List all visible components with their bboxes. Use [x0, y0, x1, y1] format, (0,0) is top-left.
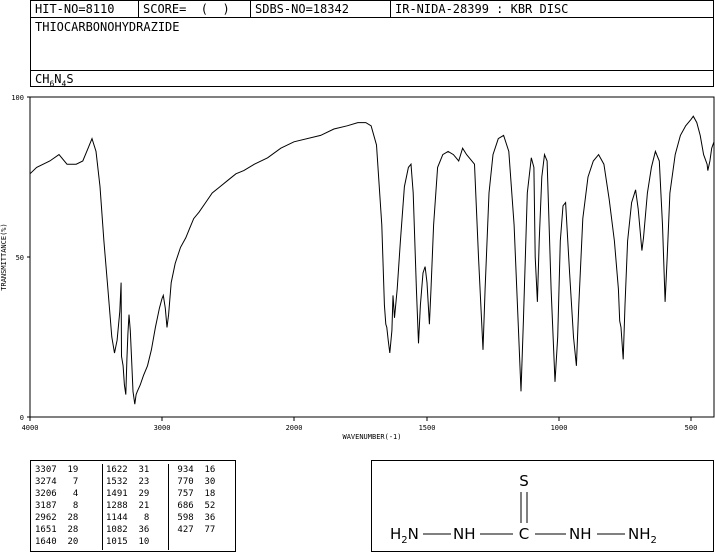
peak-entry: 3307 19 [35, 465, 79, 475]
peak-entry: 1144 8 [106, 513, 150, 523]
structure-box: S C H2N NH NH NH2 [371, 460, 714, 552]
peak-column-2: 1622 31 1532 23 1491 29 1288 21 1144 8 1… [102, 464, 174, 550]
left-nh-group: NH [453, 525, 476, 543]
y-tick-label: 0 [20, 414, 24, 422]
peak-entry: 3187 8 [35, 501, 79, 511]
peak-entry: 1082 36 [106, 525, 150, 535]
peak-entry: 3274 7 [35, 477, 79, 487]
header-row: HIT-NO=8110 SCORE= ( ) SDBS-NO=18342 IR-… [31, 1, 713, 18]
plot-frame [29, 96, 715, 418]
peak-entry: 1651 28 [35, 525, 79, 535]
peak-entry: 598 36 [172, 513, 216, 523]
x-axis-label: WAVENUMBER(-1) [342, 433, 401, 441]
ir-spectrum-chart: 4000 3000 2000 1500 1000 500 0 50 100 WAVENUMBE… [0, 94, 715, 441]
x-tick-label: 500 [685, 424, 698, 432]
peak-entry: 2962 28 [35, 513, 79, 523]
x-tick-label: 4000 [22, 424, 39, 432]
right-nh-group: NH [569, 525, 592, 543]
y-tick-label: 50 [16, 254, 24, 262]
y-tick-label: 100 [11, 94, 24, 102]
peak-entry: 3206 4 [35, 489, 79, 499]
x-tick-label: 1000 [551, 424, 568, 432]
hit-no-label: HIT-NO=8110 [31, 1, 139, 17]
peak-entry: 427 77 [172, 525, 216, 535]
peak-entry: 1491 29 [106, 489, 150, 499]
x-axis-ticks: 4000 3000 2000 1500 1000 500 [22, 417, 698, 432]
score-label: SCORE= ( ) [139, 1, 251, 17]
peak-entry: 1640 20 [35, 537, 79, 547]
peak-entry: 757 18 [172, 489, 216, 499]
x-tick-label: 3000 [154, 424, 171, 432]
peak-entry: 686 52 [172, 501, 216, 511]
peak-entry: 1532 23 [106, 477, 150, 487]
chemical-structure: S C H2N NH NH NH2 [390, 472, 657, 546]
spectrum-line [29, 115, 715, 405]
header-box: HIT-NO=8110 SCORE= ( ) SDBS-NO=18342 IR-… [30, 0, 714, 88]
peak-column-3: 934 16 770 30 757 18 686 52 598 36 427 7… [168, 464, 240, 550]
y-axis-ticks: 0 50 100 [11, 94, 30, 422]
sdbs-no-label: SDBS-NO=18342 [251, 1, 391, 17]
peak-entry: 934 16 [172, 465, 216, 475]
left-h2n-group: H2N [390, 525, 419, 546]
sulfur-atom: S [519, 472, 529, 490]
peak-entry: 1288 21 [106, 501, 150, 511]
peak-column-1: 3307 19 3274 7 3206 4 3187 8 2962 28 165… [35, 464, 103, 550]
peak-entry: 1622 31 [106, 465, 150, 475]
right-nh2-group: NH2 [628, 525, 657, 546]
formula-row: CH6N4S [31, 70, 713, 88]
x-tick-label: 1500 [419, 424, 436, 432]
compound-name: THIOCARBONOHYDRAZIDE [35, 20, 180, 34]
x-tick-label: 2000 [286, 424, 303, 432]
y-axis-label: TRANSMITTANCE(%) [0, 223, 8, 290]
peak-entry: 770 30 [172, 477, 216, 487]
carbon-atom: C [519, 525, 529, 543]
ir-nida-label: IR-NIDA-28399 : KBR DISC [395, 2, 569, 16]
peak-table: 3307 19 3274 7 3206 4 3187 8 2962 28 165… [30, 460, 236, 552]
peak-entry: 1015 10 [106, 537, 150, 547]
